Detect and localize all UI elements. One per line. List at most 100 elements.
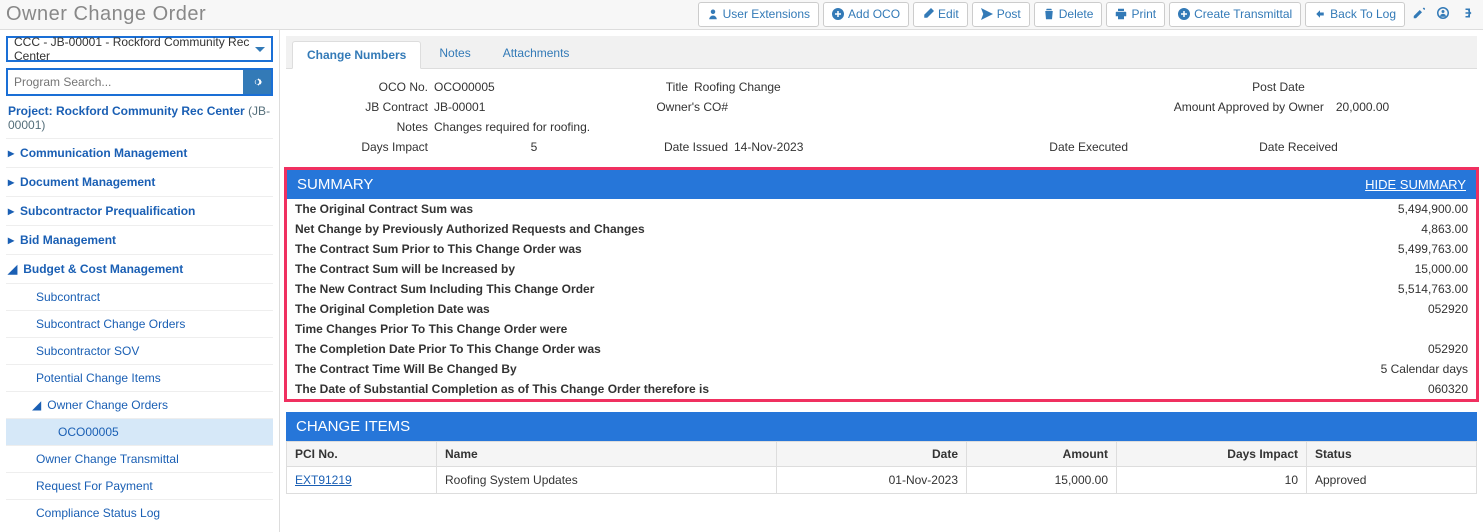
ci-name: Roofing System Updates — [437, 467, 777, 494]
col-date[interactable]: Date — [777, 442, 967, 467]
nav-document[interactable]: ▸Document Management — [6, 167, 273, 196]
col-pci[interactable]: PCI No. — [287, 442, 437, 467]
user-icon — [707, 8, 719, 20]
project-label: Project: Rockford Community Rec Center (… — [6, 96, 273, 138]
notes-value: Changes required for roofing. — [434, 120, 590, 134]
jb-value: JB-00001 — [434, 100, 485, 114]
arrow-left-icon — [1314, 8, 1326, 20]
nav-subq[interactable]: ▸Subcontractor Prequalification — [6, 196, 273, 225]
send-icon — [981, 8, 993, 20]
project-select[interactable]: CCC - JB-00001 - Rockford Community Rec … — [6, 36, 273, 62]
gear-icon — [251, 76, 263, 88]
summary-row: The Date of Substantial Completion as of… — [287, 379, 1476, 399]
owner-co-label: Owner's CO# — [634, 100, 734, 114]
summary-row: The Contract Time Will Be Changed By5 Ca… — [287, 359, 1476, 379]
summary-title: SUMMARY — [297, 176, 373, 193]
days-value: 5 — [531, 140, 538, 154]
change-items-table: PCI No. Name Date Amount Days Impact Sta… — [286, 441, 1477, 494]
nav-budget[interactable]: ◢Budget & Cost Management — [6, 254, 273, 283]
nav-bid[interactable]: ▸Bid Management — [6, 225, 273, 254]
amt-label: Amount Approved by Owner — [1174, 100, 1330, 114]
topbar-actions: User Extensions Add OCO Edit Post Delete… — [698, 2, 1477, 27]
tab-notes[interactable]: Notes — [425, 40, 484, 68]
pci-link[interactable]: EXT91219 — [295, 473, 352, 487]
summary-row: Net Change by Previously Authorized Requ… — [287, 219, 1476, 239]
summary-row: The Contract Sum Prior to This Change Or… — [287, 239, 1476, 259]
triangle-right-icon: ▸ — [8, 204, 14, 218]
summary-row: The Original Contract Sum was5,494,900.0… — [287, 199, 1476, 219]
notes-label: Notes — [294, 120, 434, 134]
post-date-label: Post Date — [1252, 80, 1311, 94]
triangle-down-icon: ◢ — [8, 262, 17, 276]
issued-label: Date Issued — [634, 140, 734, 154]
table-header-row: PCI No. Name Date Amount Days Impact Sta… — [287, 442, 1477, 467]
nav-pci[interactable]: Potential Change Items — [6, 364, 273, 391]
col-amount[interactable]: Amount — [967, 442, 1117, 467]
jb-label: JB Contract — [294, 100, 434, 114]
triangle-right-icon: ▸ — [8, 233, 14, 247]
issued-value: 14-Nov-2023 — [734, 140, 803, 154]
col-name[interactable]: Name — [437, 442, 777, 467]
ci-days: 10 — [1117, 467, 1307, 494]
nav-rfp[interactable]: Request For Payment — [6, 472, 273, 499]
tab-attachments[interactable]: Attachments — [489, 40, 584, 68]
days-label: Days Impact — [294, 140, 434, 154]
nav-oco[interactable]: ◢Owner Change Orders — [6, 391, 273, 418]
nav-communication[interactable]: ▸Communication Management — [6, 138, 273, 167]
page-title: Owner Change Order — [6, 3, 206, 26]
user-circle-icon[interactable] — [1433, 6, 1453, 22]
nav-oco-leaf[interactable]: OCO00005 — [6, 418, 273, 445]
user-extensions-button[interactable]: User Extensions — [698, 2, 819, 27]
create-transmittal-button[interactable]: Create Transmittal — [1169, 2, 1301, 27]
logout-icon[interactable] — [1457, 6, 1477, 22]
col-days[interactable]: Days Impact — [1117, 442, 1307, 467]
oco-no-value: OCO00005 — [434, 80, 495, 94]
triangle-down-icon: ◢ — [32, 398, 41, 412]
triangle-right-icon: ▸ — [8, 146, 14, 160]
edit-button[interactable]: Edit — [913, 2, 968, 27]
pencil-icon — [922, 8, 934, 20]
program-search-input[interactable] — [8, 70, 243, 94]
nav-sco[interactable]: Subcontract Change Orders — [6, 310, 273, 337]
post-button[interactable]: Post — [972, 2, 1030, 27]
table-row: EXT91219 Roofing System Updates 01-Nov-2… — [287, 467, 1477, 494]
ci-status: Approved — [1307, 467, 1477, 494]
summary-row: The New Contract Sum Including This Chan… — [287, 279, 1476, 299]
col-status[interactable]: Status — [1307, 442, 1477, 467]
title-label: Title — [634, 80, 694, 94]
content: Change Numbers Notes Attachments OCO No.… — [280, 30, 1483, 494]
summary-section: SUMMARY HIDE SUMMARY The Original Contra… — [284, 167, 1479, 402]
tabs-bar: Change Numbers Notes Attachments — [286, 36, 1477, 69]
caret-down-icon — [255, 47, 265, 52]
summary-row: The Completion Date Prior To This Change… — [287, 339, 1476, 359]
amt-value: 20,000.00 — [1336, 100, 1389, 114]
trash-icon — [1043, 8, 1055, 20]
print-button[interactable]: Print — [1106, 2, 1165, 27]
compose-icon[interactable] — [1409, 6, 1429, 22]
delete-button[interactable]: Delete — [1034, 2, 1103, 27]
tab-change-numbers[interactable]: Change Numbers — [292, 41, 421, 69]
executed-label: Date Executed — [1049, 140, 1134, 154]
nav-subcontract[interactable]: Subcontract — [6, 283, 273, 310]
form-grid: OCO No. OCO00005 Title Roofing Change Po… — [280, 69, 1483, 167]
summary-row: The Contract Sum will be Increased by15,… — [287, 259, 1476, 279]
nav-oct[interactable]: Owner Change Transmittal — [6, 445, 273, 472]
nav-csl[interactable]: Compliance Status Log — [6, 499, 273, 526]
sidebar: CCC - JB-00001 - Rockford Community Rec … — [0, 30, 280, 532]
ci-date: 01-Nov-2023 — [777, 467, 967, 494]
nav-ssov[interactable]: Subcontractor SOV — [6, 337, 273, 364]
received-label: Date Received — [1259, 140, 1344, 154]
summary-row: The Original Completion Date was052920 — [287, 299, 1476, 319]
plus-circle-icon — [1178, 8, 1190, 20]
triangle-right-icon: ▸ — [8, 175, 14, 189]
summary-row: Time Changes Prior To This Change Order … — [287, 319, 1476, 339]
print-icon — [1115, 8, 1127, 20]
hide-summary-link[interactable]: HIDE SUMMARY — [1365, 177, 1466, 192]
oco-no-label: OCO No. — [294, 80, 434, 94]
add-oco-button[interactable]: Add OCO — [823, 2, 909, 27]
back-to-log-button[interactable]: Back To Log — [1305, 2, 1405, 27]
plus-circle-icon — [832, 8, 844, 20]
change-items-header: CHANGE ITEMS — [286, 412, 1477, 441]
ci-amount: 15,000.00 — [967, 467, 1117, 494]
search-settings-button[interactable] — [243, 70, 271, 94]
